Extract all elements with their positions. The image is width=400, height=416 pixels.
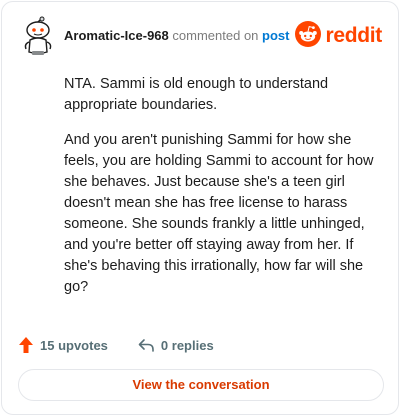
action-text: commented on [172,28,259,43]
snoo-avatar-icon[interactable] [18,16,58,56]
reply-stat[interactable]: 0 replies [138,337,214,353]
comment-body: NTA. Sammi is old enough to understand a… [64,74,386,312]
comment-paragraph: And you aren't punishing Sammi for how s… [64,132,374,295]
upvote-arrow-icon [19,337,33,353]
comment-footer: 15 upvotes 0 replies [18,334,214,356]
upvote-count: 15 upvotes [40,337,108,353]
view-conversation-button[interactable]: View the conversation [18,369,384,401]
comment-paragraph: NTA. Sammi is old enough to understand a… [64,76,329,113]
upvote-stat[interactable]: 15 upvotes [18,336,108,354]
post-link[interactable]: post [262,28,289,43]
reddit-brand[interactable]: reddit [295,20,382,52]
reddit-logo-icon [295,20,322,52]
reply-arrow-icon [138,339,154,352]
author-name[interactable]: Aromatic-Ice-968 [64,28,169,43]
comment-header: Aromatic-Ice-968 commented on post reddi… [18,16,382,56]
comment-card: Aromatic-Ice-968 commented on post reddi… [1,1,399,415]
reddit-wordmark: reddit [325,24,382,47]
reply-count: 0 replies [160,337,214,353]
comment-meta: Aromatic-Ice-968 commented on post [64,28,289,44]
